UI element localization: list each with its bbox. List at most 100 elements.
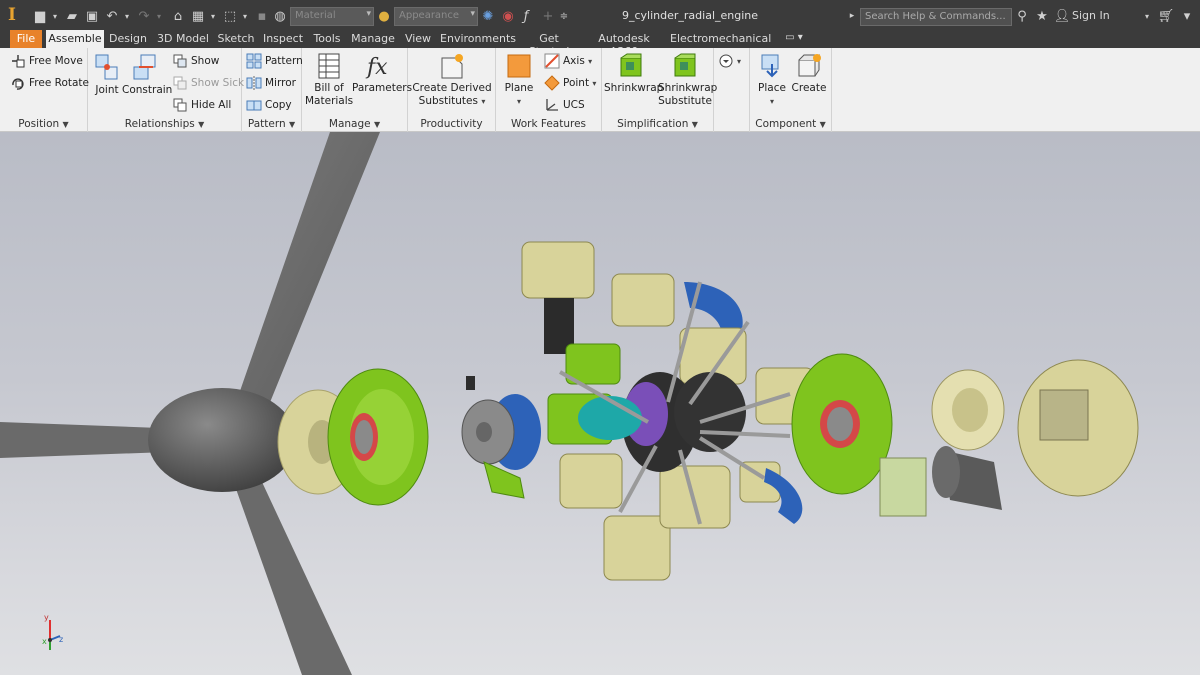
free-rotate-icon [12,78,24,90]
panel-title-simplification[interactable]: Simplification ▼ [602,118,713,130]
pattern-icon [246,53,262,69]
point-button[interactable]: Point ▾ [544,74,596,92]
gear-assembly[interactable] [461,394,541,499]
chevron-right-icon[interactable]: ▸ [846,7,858,25]
tab-view[interactable]: View [402,30,434,48]
panel-extra: ▾ [714,48,750,132]
svg-text:fx: fx [365,55,388,80]
show-sick-icon [173,76,187,90]
free-move-button[interactable]: Free Move [10,52,83,70]
tab-tools[interactable]: Tools [310,30,344,48]
graphics-viewport[interactable]: y z x [0,132,1200,675]
assembly-model-canvas[interactable]: y z x [0,132,1200,675]
ucs-button[interactable]: UCS [544,96,585,114]
derived-label-line1: Create Derived [412,82,492,94]
sign-in-dropdown-icon[interactable]: ▾ [1142,7,1152,25]
propeller-spinner[interactable] [148,388,296,492]
cylinder-bottom-left[interactable] [559,453,671,581]
panel-title-manage[interactable]: Manage ▼ [302,118,407,130]
bom-label-line2: Materials [305,95,354,107]
shrinkwrap-button[interactable]: Shrinkwrap [604,52,663,95]
show-button[interactable]: Show [172,52,219,70]
propeller-blade-lower[interactable] [230,472,352,675]
derived-label-line2: Substitutes [418,95,478,107]
tab-electromechanical[interactable]: Electromechanical [670,30,771,48]
shrinkwrap-sub-line2: Substitute [658,95,712,107]
tab-file[interactable]: File [10,30,42,48]
cylinder-bottom-right[interactable] [659,461,803,529]
create-label: Create [791,82,827,94]
sign-in-link[interactable]: Sign In [1072,9,1110,22]
mirror-button[interactable]: Mirror [246,74,296,92]
joint-label: Joint [95,84,119,96]
panel-productivity: Create Derived Substitutes ▾ Productivit… [408,48,496,132]
plane-button[interactable]: Plane ▾ [502,52,536,108]
cylinder-top[interactable] [521,241,595,354]
mirror-icon [246,76,262,90]
plane-label: Plane [504,82,534,94]
radial-engine-core[interactable] [521,241,815,581]
dark-cylinder-part[interactable] [932,446,1002,510]
parameters-fx-icon: fx [365,55,388,80]
green-rear-case[interactable] [791,353,893,495]
tab-sketch[interactable]: Sketch [216,30,256,48]
show-constraints-icon [173,54,187,68]
tab-assemble[interactable]: Assemble [46,30,104,48]
constrain-button[interactable]: Constrain [122,52,172,97]
constrain-label: Constrain [122,84,173,96]
panel-manage: Bill of Materials fx Parameters Manage ▼ [302,48,412,132]
pattern-button[interactable]: Pattern [246,52,303,70]
shrinkwrap-icon [620,53,642,77]
help-icon[interactable]: ▾ [1180,7,1194,25]
axis-button[interactable]: Axis ▾ [544,52,592,70]
tab-manage[interactable]: Manage [350,30,396,48]
tab-get-started[interactable]: Get Started [520,30,578,58]
panel-title-pattern-label: Pattern [247,118,286,130]
ribbon-tabs: File Assemble Design 3D Model Sketch Ins… [0,30,1200,58]
free-rotate-button[interactable]: Free Rotate [10,74,89,92]
shrinkwrap-substitute-button[interactable]: Shrinkwrap Substitute [658,52,717,108]
user-icon[interactable]: 👤︎ [1054,7,1071,25]
tab-autodesk-a360[interactable]: Autodesk A360 [584,30,664,58]
point-label: Point [563,77,590,89]
ribbon: Free Move Free Rotate Position ▼ Joint C… [0,48,1200,132]
triad-origin [48,638,52,642]
panel-position: Free Move Free Rotate Position ▼ [0,48,89,132]
panel-title-simplification-label: Simplification [617,118,689,130]
panel-title-relationships[interactable]: Relationships ▼ [88,118,241,130]
free-move-label: Free Move [29,55,83,67]
propeller-blade-left[interactable] [0,422,168,458]
triad-x-label: x [42,637,47,646]
tab-environments[interactable]: Environments [440,30,516,48]
panel-title-pattern[interactable]: Pattern ▼ [242,118,301,130]
coordinate-triad[interactable]: y z x [42,613,63,650]
joint-button[interactable]: Joint [92,52,122,97]
shrinkwrap-substitute-icon [674,53,696,77]
small-bolt-part[interactable] [466,376,475,390]
tab-inspect[interactable]: Inspect [262,30,304,48]
ribbon-display-toggle-icon[interactable]: ▭ ▾ [780,30,808,48]
bill-of-materials-icon [318,53,340,79]
green-front-case[interactable] [327,368,429,506]
parameters-button[interactable]: fx Parameters [352,52,412,95]
star-icon[interactable]: ★ [1034,7,1050,25]
place-button[interactable]: Place ▾ [754,52,790,108]
cylinder-top-right[interactable] [611,273,743,336]
tab-design[interactable]: Design [108,30,148,48]
search-input[interactable]: Search Help & Commands... [860,8,1012,26]
cart-icon[interactable]: 🛒︎ [1158,7,1175,25]
create-derived-substitutes-button[interactable]: Create Derived Substitutes ▾ [412,52,492,108]
accessory-housing[interactable] [879,457,927,517]
binoculars-icon[interactable]: ⚲ [1014,7,1030,25]
copy-button[interactable]: Copy [246,96,292,114]
display-mode-button[interactable]: ▾ [718,52,741,70]
bill-of-materials-button[interactable]: Bill of Materials [305,52,353,108]
shrinkwrap-label: Shrinkwrap [604,82,664,94]
panel-title-component[interactable]: Component ▼ [750,118,831,130]
create-component-button[interactable]: Create [790,52,828,95]
panel-title-position[interactable]: Position ▼ [0,118,87,130]
show-label: Show [191,55,220,67]
hide-all-button[interactable]: Hide All [172,96,231,114]
tab-3d-model[interactable]: 3D Model [156,30,210,48]
show-sick-button[interactable]: Show Sick [172,74,244,92]
